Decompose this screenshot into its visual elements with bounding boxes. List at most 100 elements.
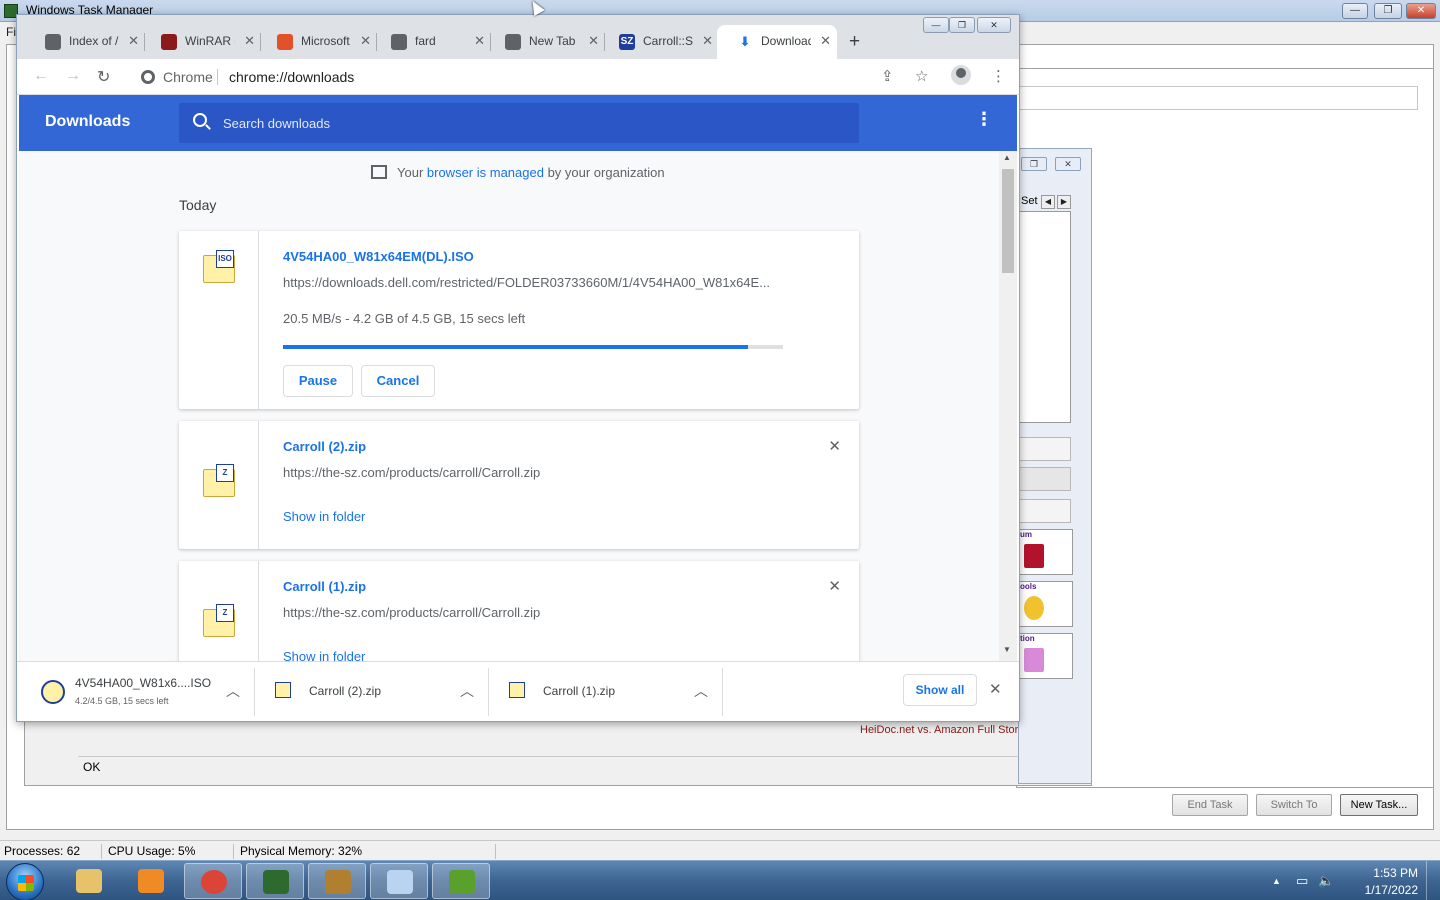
network-icon[interactable]: ▭ bbox=[1296, 873, 1308, 889]
menu-file[interactable]: Fi bbox=[6, 25, 16, 39]
side-tile-3[interactable]: tion bbox=[1019, 633, 1073, 679]
tray-chevron-icon[interactable]: ▲ bbox=[1272, 876, 1281, 886]
managed-link[interactable]: browser is managed bbox=[427, 165, 544, 180]
tab-close-icon[interactable]: ✕ bbox=[474, 33, 485, 49]
download-shelf: 4V54HA00_W81x6....ISO 4.2/4.5 GB, 15 sec… bbox=[17, 661, 1019, 721]
browser-toolbar: ← → ↻ Chrome chrome://downloads ⇪ ☆ ⋮ bbox=[17, 59, 1019, 95]
taskbar-chrome[interactable] bbox=[184, 863, 242, 899]
chrome-menu-icon[interactable]: ⋮ bbox=[991, 67, 1006, 85]
remove-download-icon[interactable]: ✕ bbox=[828, 437, 841, 455]
chrome-close-button[interactable]: ✕ bbox=[977, 17, 1011, 33]
download-filename[interactable]: 4V54HA00_W81x64EM(DL).ISO bbox=[283, 249, 474, 264]
scroll-up-arrow-icon[interactable]: ▲ bbox=[1003, 153, 1011, 162]
side-right-arrow-icon[interactable]: ▶ bbox=[1057, 195, 1071, 209]
shelf-item-name: Carroll (2).zip bbox=[309, 684, 382, 698]
taskbar-explorer[interactable] bbox=[60, 863, 118, 899]
tab-close-icon[interactable]: ✕ bbox=[820, 33, 831, 49]
new-tab-button[interactable]: + bbox=[849, 31, 860, 53]
windows-taskbar: ▲ ▭ 🔈 1:53 PM 1/17/2022 bbox=[0, 860, 1440, 900]
tab-close-icon[interactable]: ✕ bbox=[588, 33, 599, 49]
side-field-1[interactable] bbox=[1019, 437, 1071, 461]
close-shelf-icon[interactable]: ✕ bbox=[989, 680, 1002, 698]
side-field-3[interactable] bbox=[1019, 499, 1071, 523]
share-icon[interactable]: ⇪ bbox=[881, 67, 894, 85]
more-actions-icon[interactable]: ⋮ bbox=[975, 109, 993, 130]
tab-index-of[interactable]: Index of / ✕ bbox=[25, 25, 145, 59]
tm-close-button[interactable]: ✕ bbox=[1406, 3, 1436, 19]
start-button[interactable] bbox=[6, 863, 44, 900]
download-filename[interactable]: Carroll (2).zip bbox=[283, 439, 366, 454]
tab-close-icon[interactable]: ✕ bbox=[128, 33, 139, 49]
downloads-search-box[interactable] bbox=[179, 103, 859, 143]
tab-downloads[interactable]: ⬇ Downloads ✕ bbox=[717, 25, 837, 59]
taskbar-paint[interactable] bbox=[370, 863, 428, 899]
address-bar[interactable]: Chrome chrome://downloads bbox=[131, 63, 971, 91]
search-input[interactable] bbox=[223, 113, 823, 133]
download-url[interactable]: https://the-sz.com/products/carroll/Carr… bbox=[283, 605, 783, 620]
forward-button[interactable]: → bbox=[65, 67, 81, 85]
side-tile-1[interactable]: um bbox=[1019, 529, 1073, 575]
side-field-2[interactable] bbox=[1019, 467, 1071, 491]
reload-button[interactable]: ↻ bbox=[97, 67, 110, 87]
side-close-button[interactable]: ✕ bbox=[1055, 157, 1081, 171]
remove-download-icon[interactable]: ✕ bbox=[828, 577, 841, 595]
page-scrollbar[interactable]: ▲ ▼ bbox=[999, 151, 1017, 661]
side-tile-2[interactable]: ools bbox=[1019, 581, 1073, 627]
taskbar-archive-tool[interactable] bbox=[308, 863, 366, 899]
chrome-site-icon[interactable] bbox=[141, 70, 155, 84]
show-all-button[interactable]: Show all bbox=[903, 674, 977, 706]
chevron-up-icon[interactable]: ︿ bbox=[460, 681, 474, 701]
taskbar-hardware-tool[interactable] bbox=[246, 863, 304, 899]
show-desktop-button[interactable] bbox=[1426, 861, 1440, 900]
tm-minimize-button[interactable]: — bbox=[1342, 3, 1368, 19]
taskbar-media-player[interactable] bbox=[122, 863, 180, 899]
side-restore-button[interactable]: ❐ bbox=[1021, 157, 1047, 171]
clock-time[interactable]: 1:53 PM bbox=[1373, 866, 1418, 880]
downloads-title: Downloads bbox=[45, 113, 131, 130]
pause-button[interactable]: Pause bbox=[283, 365, 353, 397]
status-memory: Physical Memory: 32% bbox=[238, 844, 496, 859]
site-chip: Chrome bbox=[163, 69, 213, 85]
tm-restore-button[interactable]: ❐ bbox=[1374, 3, 1402, 19]
tab-winrar[interactable]: WinRAR d ✕ bbox=[141, 25, 261, 59]
profile-avatar-icon[interactable] bbox=[951, 65, 971, 85]
chevron-up-icon[interactable]: ︿ bbox=[226, 681, 240, 701]
show-in-folder-link[interactable]: Show in folder bbox=[283, 649, 365, 661]
side-tile-3-icon bbox=[1024, 648, 1044, 672]
heidoc-link[interactable]: HeiDoc.net vs. Amazon Full Story bbox=[860, 724, 1024, 736]
side-list[interactable] bbox=[1019, 211, 1071, 423]
chrome-window: Index of / ✕ WinRAR d ✕ Microsoft ✕ fard… bbox=[16, 14, 1020, 722]
switch-to-button[interactable]: Switch To bbox=[1256, 794, 1332, 816]
tab-carroll[interactable]: SZ Carroll::Sc ✕ bbox=[599, 25, 719, 59]
volume-icon[interactable]: 🔈 bbox=[1318, 873, 1334, 889]
back-button[interactable]: ← bbox=[33, 67, 49, 85]
tab-close-icon[interactable]: ✕ bbox=[244, 33, 255, 49]
new-task-button[interactable]: New Task... bbox=[1340, 794, 1418, 816]
download-url[interactable]: https://downloads.dell.com/restricted/FO… bbox=[283, 275, 783, 290]
shelf-item[interactable]: Carroll (2).zip ︿ bbox=[257, 668, 489, 716]
tab-fard[interactable]: fard ✕ bbox=[371, 25, 491, 59]
tab-label: Downloads bbox=[761, 34, 811, 48]
scroll-down-arrow-icon[interactable]: ▼ bbox=[1003, 645, 1011, 654]
side-left-arrow-icon[interactable]: ◀ bbox=[1041, 195, 1055, 209]
side-tile-3-label: tion bbox=[1020, 634, 1035, 643]
end-task-button[interactable]: End Task bbox=[1172, 794, 1248, 816]
show-in-folder-link[interactable]: Show in folder bbox=[283, 509, 365, 524]
download-url[interactable]: https://the-sz.com/products/carroll/Carr… bbox=[283, 465, 783, 480]
taskbar-task-manager[interactable] bbox=[432, 863, 490, 899]
download-filename[interactable]: Carroll (1).zip bbox=[283, 579, 366, 594]
bookmark-star-icon[interactable]: ☆ bbox=[915, 67, 928, 85]
url-text[interactable]: chrome://downloads bbox=[229, 69, 354, 85]
chrome-restore-button[interactable]: ❐ bbox=[949, 17, 975, 33]
shelf-item[interactable]: Carroll (1).zip ︿ bbox=[491, 668, 723, 716]
tab-close-icon[interactable]: ✕ bbox=[702, 33, 713, 49]
shelf-item[interactable]: 4V54HA00_W81x6....ISO 4.2/4.5 GB, 15 sec… bbox=[23, 668, 255, 716]
scroll-thumb[interactable] bbox=[1002, 169, 1014, 273]
tab-new-tab[interactable]: New Tab ✕ bbox=[485, 25, 605, 59]
chrome-minimize-button[interactable]: — bbox=[923, 17, 949, 33]
cancel-button[interactable]: Cancel bbox=[361, 365, 435, 397]
tab-close-icon[interactable]: ✕ bbox=[360, 33, 371, 49]
chevron-up-icon[interactable]: ︿ bbox=[694, 681, 708, 701]
tab-microsoft[interactable]: Microsoft ✕ bbox=[257, 25, 377, 59]
clock-date[interactable]: 1/17/2022 bbox=[1365, 883, 1418, 897]
